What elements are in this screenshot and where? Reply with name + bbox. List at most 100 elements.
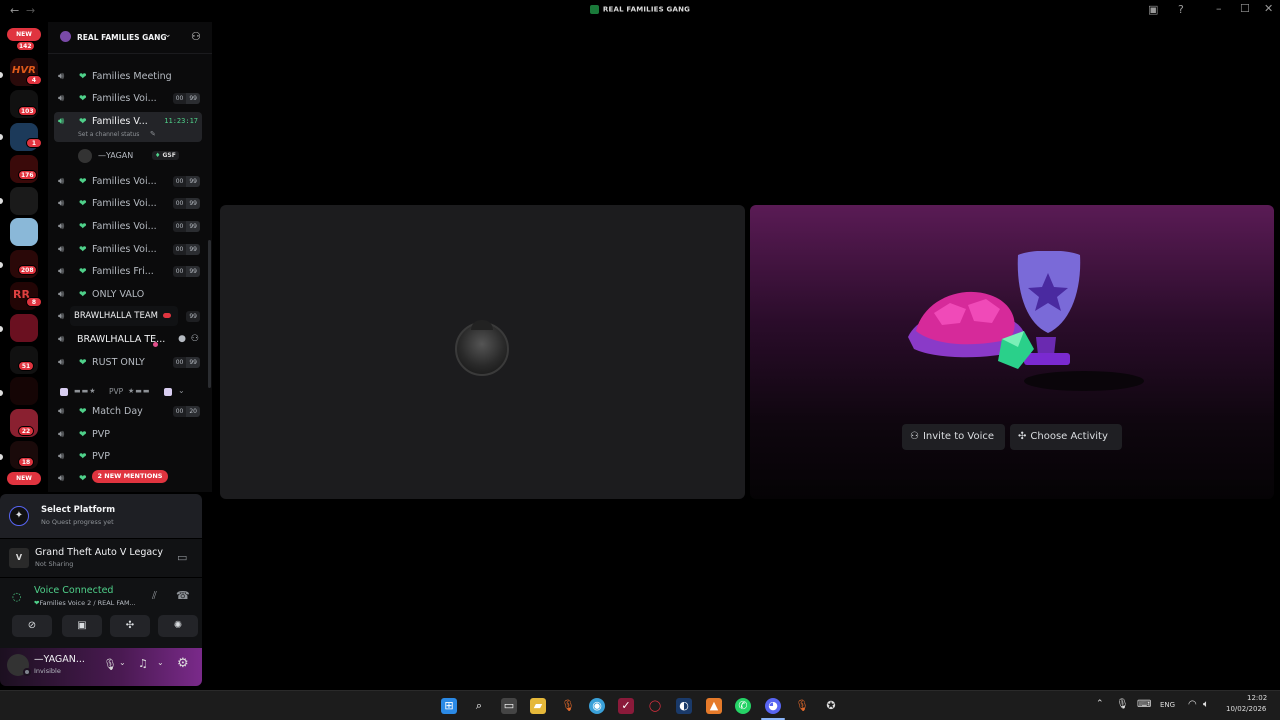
discord-icon[interactable]: ◕ xyxy=(765,698,781,714)
category-header[interactable]: ▬▬★ PVP ★▬▬ ⌄ xyxy=(60,386,200,400)
unread-badge: 22 xyxy=(18,426,34,436)
help-icon[interactable]: ? xyxy=(1178,3,1184,16)
wifi-icon[interactable]: ◠ xyxy=(1188,699,1197,710)
steam-icon[interactable]: ◐ xyxy=(676,698,692,714)
avatar xyxy=(455,320,509,376)
signal-icon[interactable]: ◌ xyxy=(12,590,22,603)
opera-icon[interactable]: ◯ xyxy=(647,698,663,714)
disconnect-icon[interactable]: ☎ xyxy=(176,589,190,602)
recorder-icon[interactable]: 🎙︎ xyxy=(560,698,576,714)
voice-user[interactable]: —YAGAN ♦ GSF xyxy=(78,148,198,164)
channel-sidebar: REAL FAMILIES GANG ⌄ ⚇ 🔊︎ ❤ Families Meet… xyxy=(48,22,212,492)
minimize-icon[interactable]: – xyxy=(1216,2,1222,15)
camera-off-icon: ⊘ xyxy=(27,620,37,631)
voice-channel[interactable]: 🔊︎ ❤ RUST ONLY 00 99 xyxy=(54,353,202,373)
noise-suppression-icon[interactable]: ⫽ xyxy=(152,589,157,603)
decor-icon xyxy=(164,388,172,396)
voice-channel[interactable]: 🔊︎ ❤ Families Voi... 00 99 xyxy=(54,172,202,192)
search-icon[interactable]: ⌕ xyxy=(471,698,487,714)
volume-icon[interactable]: 🔈︎ xyxy=(1203,699,1209,710)
server-icon[interactable] xyxy=(10,187,38,215)
keyboard-icon[interactable]: ⌨ xyxy=(1137,699,1151,710)
voice-channel[interactable]: 🔊︎ ❤ Families Meeting xyxy=(54,67,202,87)
scrollbar[interactable] xyxy=(208,240,211,388)
new-unreads-pill[interactable]: NEW xyxy=(7,28,41,41)
pencil-icon[interactable]: ✎ xyxy=(150,130,156,138)
user-tile[interactable] xyxy=(220,205,745,499)
headphones-icon[interactable]: ♫ xyxy=(138,657,148,670)
invite-icon[interactable]: ⚇ xyxy=(191,334,199,344)
game-subtitle: Not Sharing xyxy=(35,560,74,568)
cursor-indicator xyxy=(153,342,158,347)
speaker-icon: 🔊︎ xyxy=(58,71,65,82)
voice-channel[interactable]: 🔊︎ ❤ Families Voi... 00 99 xyxy=(54,194,202,214)
avatar xyxy=(78,149,92,163)
clock-date[interactable]: 10/02/2026 xyxy=(1226,705,1266,713)
soundboard-button[interactable]: ✺ xyxy=(158,615,198,637)
browser-icon[interactable]: ◉ xyxy=(589,698,605,714)
server-icon[interactable] xyxy=(10,218,38,246)
user-limit: 00 99 xyxy=(172,357,200,368)
user-limit: 99 xyxy=(186,311,200,322)
app-icon[interactable]: ✓ xyxy=(618,698,634,714)
activities-button[interactable]: ✣ xyxy=(110,615,150,637)
unread-pip xyxy=(0,326,3,332)
recorder-icon[interactable]: 🎙︎ xyxy=(794,698,810,714)
microphone-icon[interactable]: 🎙︎ xyxy=(103,658,117,671)
voice-channel[interactable]: 🔊︎ ❤ ONLY VALO xyxy=(54,285,202,305)
heart-icon: ❤ xyxy=(79,117,87,127)
heart-icon: ❤ xyxy=(79,222,87,232)
app-icon[interactable]: ▲ xyxy=(706,698,722,714)
trophy-stem-shape xyxy=(1036,337,1056,355)
windows-start-icon[interactable]: ⊞ xyxy=(441,698,457,714)
voice-channel-name[interactable]: ❤Families Voice 2 / REAL FAM... xyxy=(34,599,136,607)
username[interactable]: —YAGAN... xyxy=(34,654,85,665)
speaker-icon: 🔊︎ xyxy=(58,93,65,104)
user-limit: 00 99 xyxy=(172,266,200,277)
clock-time[interactable]: 12:02 xyxy=(1247,694,1267,702)
close-icon[interactable]: ✕ xyxy=(1264,2,1273,15)
new-unreads-pill[interactable]: NEW xyxy=(7,472,41,485)
game-title: Grand Theft Auto V Legacy xyxy=(35,547,164,558)
channel-status[interactable]: Set a channel status xyxy=(78,131,139,138)
speaker-icon: 🔊︎ xyxy=(58,289,65,300)
whatsapp-icon[interactable]: ✆ xyxy=(735,698,751,714)
choose-activity-button[interactable]: ✣ Choose Activity xyxy=(1010,424,1122,450)
speaker-icon: 🔊︎ xyxy=(58,429,65,440)
chat-icon[interactable]: ● xyxy=(178,334,186,344)
server-header[interactable]: REAL FAMILIES GANG ⌄ ⚇ xyxy=(48,22,212,54)
new-mentions-pill[interactable]: 2 NEW MENTIONS xyxy=(92,470,168,483)
voice-channel[interactable]: 🔊︎ ❤ PVP xyxy=(54,447,202,467)
voice-channel[interactable]: 🔊︎ ❤ Families Voi... 00 99 xyxy=(54,240,202,260)
inbox-icon[interactable]: ▣ xyxy=(1148,3,1158,16)
settings-gear-icon[interactable]: ⚙ xyxy=(177,656,189,671)
heart-icon: ❤ xyxy=(79,72,87,82)
voice-channel[interactable]: 🔊︎ ❤ Match Day 00 20 xyxy=(54,402,202,422)
voice-channel[interactable]: 🔊︎ ❤ Families Voi... 00 99 xyxy=(54,89,202,109)
server-icon[interactable] xyxy=(10,314,38,342)
file-explorer-icon[interactable]: ▰ xyxy=(530,698,546,714)
voice-channel[interactable]: 🔊︎ ❤ Families Fri... 00 99 xyxy=(54,262,202,282)
voice-channel[interactable]: 🔊︎ ❤ PVP xyxy=(54,425,202,445)
screen-share-button[interactable]: ▣ xyxy=(62,615,102,637)
speaker-icon: 🔊︎ xyxy=(58,244,65,255)
chevron-down-icon[interactable]: ⌄ xyxy=(119,658,126,667)
speaker-icon: 🔊︎ xyxy=(58,311,65,322)
add-member-icon[interactable]: ⚇ xyxy=(191,30,201,43)
task-view-icon[interactable]: ▭ xyxy=(501,698,517,714)
chevron-up-icon[interactable]: ⌃ xyxy=(1096,699,1104,709)
camera-off-button[interactable]: ⊘ xyxy=(12,615,52,637)
voice-channel-active[interactable]: 🔊︎ ❤ Families V... 11:23:17 Set a channel… xyxy=(54,112,202,142)
voice-channel[interactable]: 🔊︎ BRAWLHALLA TE... ● ⚇ xyxy=(54,330,202,350)
screen-share-icon[interactable]: ▭ xyxy=(177,551,187,564)
microphone-icon[interactable]: 🎙︎ xyxy=(1116,699,1129,710)
quest-card[interactable]: ✦ Select Platform No Quest progress yet xyxy=(0,494,202,538)
voice-channel[interactable]: 🔊︎ ❤ Families Voi... 00 99 xyxy=(54,217,202,237)
chevron-down-icon[interactable]: ⌄ xyxy=(157,658,164,667)
voice-stage: ⚇ Invite to Voice ✣ Choose Activity xyxy=(214,22,1280,687)
app-icon[interactable]: ✪ xyxy=(823,698,839,714)
invite-to-voice-button[interactable]: ⚇ Invite to Voice xyxy=(902,424,1005,450)
server-icon[interactable] xyxy=(10,377,38,405)
language-indicator[interactable]: ENG xyxy=(1160,701,1175,709)
maximize-icon[interactable]: ☐ xyxy=(1240,2,1250,15)
